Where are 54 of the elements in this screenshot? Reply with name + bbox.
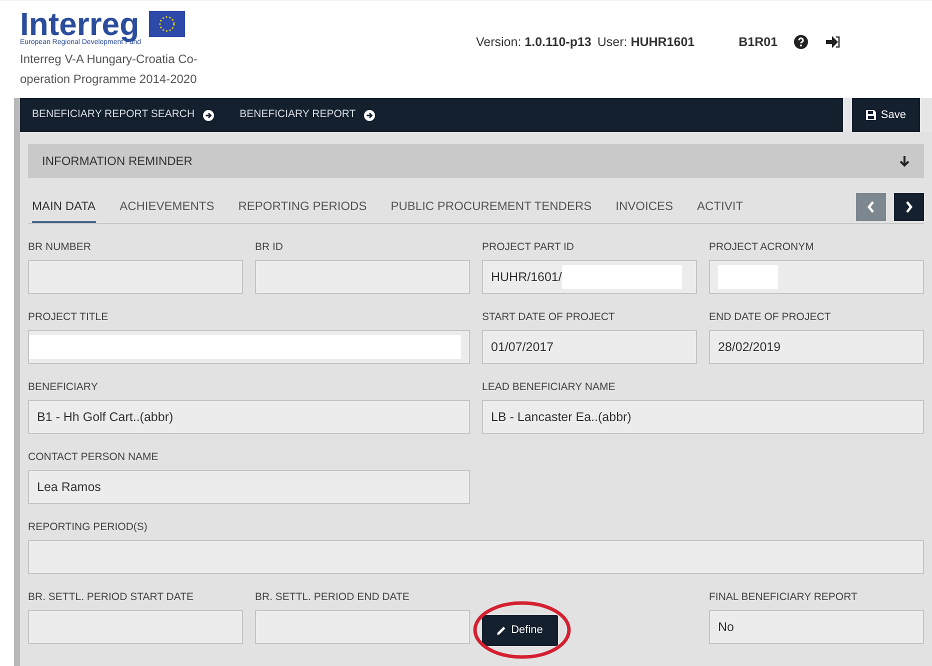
input-field[interactable]: 28/02/2019 [709, 330, 924, 364]
field-label: PROJECT ACRONYM [709, 240, 815, 255]
chevron-left-icon [867, 200, 875, 212]
help-icon[interactable] [794, 35, 808, 50]
input-field[interactable] [28, 260, 243, 294]
field-label: PROJECT PART ID [482, 240, 575, 255]
field-label: BR ID [255, 240, 284, 255]
tab[interactable]: ACHIEVEMENTS [120, 190, 214, 222]
input-field[interactable]: B1 - Hh Golf Cart..(abbr) [28, 400, 470, 434]
input-field[interactable] [255, 610, 470, 644]
input-field[interactable] [28, 610, 243, 644]
chevron-right-icon [905, 200, 913, 212]
input-field[interactable]: LB - Lancaster Ea..(abbr) [482, 400, 924, 434]
arrow-down-icon [899, 155, 910, 167]
programme-name: Interreg V-A Hungary-Croatia Co-operation Programme 2014-2020 [20, 51, 198, 88]
arrow-circle-icon [364, 110, 375, 120]
input-field[interactable]: Lea Ramos [28, 470, 470, 504]
define-button[interactable]: Define [482, 615, 558, 646]
field-label: BENEFICIARY [28, 380, 99, 395]
field-label: BR NUMBER [28, 240, 92, 255]
field-label: REPORTING PERIOD(S) [28, 520, 148, 535]
field-label: START DATE OF PROJECT [482, 310, 616, 325]
field-label: LEAD BENEFICIARY NAME [482, 380, 616, 395]
field-label: PROJECT TITLE [28, 310, 110, 325]
pencil-icon [497, 626, 506, 635]
information-reminder-bar[interactable]: INFORMATION REMINDER [28, 144, 924, 178]
field-label: CONTACT PERSON NAME [28, 450, 160, 465]
logout-icon[interactable] [826, 36, 840, 48]
input-field[interactable] [255, 260, 470, 294]
field-label: FINAL BENEFICIARY REPORT [709, 590, 858, 605]
nav-link[interactable]: BENEFICIARY REPORT SEARCH [32, 107, 214, 123]
tab[interactable]: MAIN DATA [32, 190, 96, 222]
input-field[interactable] [28, 330, 470, 364]
input-field[interactable]: 01/07/2017 [482, 330, 697, 364]
arrow-circle-icon [202, 110, 214, 120]
input-field[interactable] [28, 540, 924, 574]
user-text: User: HUHR1601 [597, 34, 695, 51]
tab[interactable]: REPORTING PERIODS [238, 190, 367, 222]
input-field[interactable] [709, 260, 924, 294]
version-text: Version: 1.0.110-p13 [476, 34, 592, 51]
reminder-title: INFORMATION REMINDER [42, 153, 192, 170]
input-field[interactable]: HUHR/1601/ [482, 260, 697, 294]
flag-icon [149, 11, 186, 37]
input-field[interactable]: No [709, 610, 924, 644]
field-label: BR. SETTL. PERIOD START DATE [28, 590, 195, 605]
nav-link[interactable]: BENEFICIARY REPORT [240, 107, 375, 123]
save-button[interactable]: Save [852, 98, 920, 132]
field-label: BR. SETTL. PERIOD END DATE [255, 590, 410, 605]
field-label: END DATE OF PROJECT [709, 310, 832, 325]
tab[interactable]: INVOICES [616, 190, 674, 222]
tab[interactable]: ACTIVIT [697, 190, 744, 222]
scroll-right-button[interactable] [894, 192, 924, 220]
role-code: B1R01 [738, 34, 778, 51]
tab[interactable]: PUBLIC PROCUREMENT TENDERS [390, 190, 592, 222]
